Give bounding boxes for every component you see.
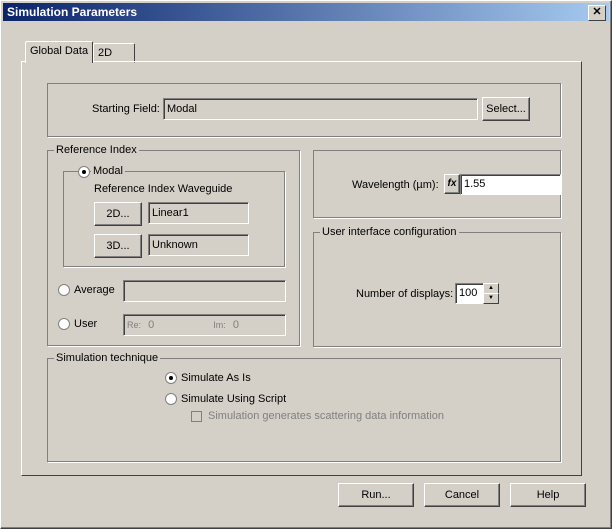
average-label: Average [74,284,115,296]
spin-down-button[interactable]: ▼ [483,293,499,304]
tab-label: 2D [98,47,113,59]
user-label: User [74,318,98,330]
ui-config-legend: User interface configuration [320,226,459,238]
re-label: Re: [127,320,142,330]
simulate-script-radio[interactable] [165,393,177,405]
window-title: Simulation Parameters [7,5,138,19]
help-button[interactable]: Help [510,483,586,507]
average-field[interactable] [123,280,286,302]
modal-subgroup: Modal Reference Index Waveguide 2D... Li… [63,165,285,267]
2d-waveguide-value: Linear1 [148,202,249,224]
3d-waveguide-value: Unknown [148,234,249,256]
technique-legend: Simulation technique [54,352,161,364]
wavelength-input[interactable]: 1.55 [460,174,561,195]
tab-2d[interactable]: 2D [93,43,135,63]
simulate-as-is-radio[interactable] [165,372,177,384]
user-radio[interactable] [58,318,70,330]
close-button[interactable]: ✕ [588,5,606,21]
wavelength-label: Wavelength (µm): [352,179,439,191]
simulate-script-label: Simulate Using Script [181,393,287,405]
re-value[interactable]: 0 [148,319,154,331]
modal-label: Modal [91,165,125,177]
technique-group: Simulation technique Simulate As Is Simu… [47,352,561,462]
modal-radio[interactable] [78,166,90,178]
scattering-label: Simulation generates scattering data inf… [208,410,445,422]
dialog-window: Simulation Parameters ✕ Global Data 2D S… [0,0,612,529]
tab-label: Global Data [30,45,89,57]
simulate-as-is-label: Simulate As Is [181,372,251,384]
cancel-button[interactable]: Cancel [424,483,500,507]
waveguide-label: Reference Index Waveguide [94,183,233,195]
im-value[interactable]: 0 [233,319,239,331]
reference-index-group: Reference Index Modal Reference Index Wa… [47,144,300,346]
displays-input[interactable]: 100 [455,283,485,304]
starting-field-value: Modal [163,98,478,120]
3d-button[interactable]: 3D... [94,234,142,258]
user-field: Re: 0 Im: 0 [123,314,286,336]
im-label: Im: [213,320,226,330]
scattering-checkbox[interactable] [191,411,202,422]
run-button[interactable]: Run... [338,483,414,507]
2d-button[interactable]: 2D... [94,202,142,226]
reference-index-legend: Reference Index [54,144,139,156]
displays-label: Number of displays: [356,288,454,300]
radio-dot [82,170,86,174]
radio-dot [169,376,173,380]
average-radio[interactable] [58,284,70,296]
starting-field-group: Starting Field: Modal Select... [47,83,561,137]
tab-panel-global-data: Starting Field: Modal Select... Referenc… [21,61,582,476]
select-button[interactable]: Select... [482,97,530,121]
starting-field-label: Starting Field: [92,103,160,115]
wavelength-group: Wavelength (µm): fx 1.55 [313,150,561,218]
fx-button[interactable]: fx [444,174,460,194]
title-bar[interactable]: Simulation Parameters ✕ [3,3,609,21]
tab-global-data[interactable]: Global Data [25,41,94,63]
ui-config-group: User interface configuration Number of d… [313,226,561,347]
